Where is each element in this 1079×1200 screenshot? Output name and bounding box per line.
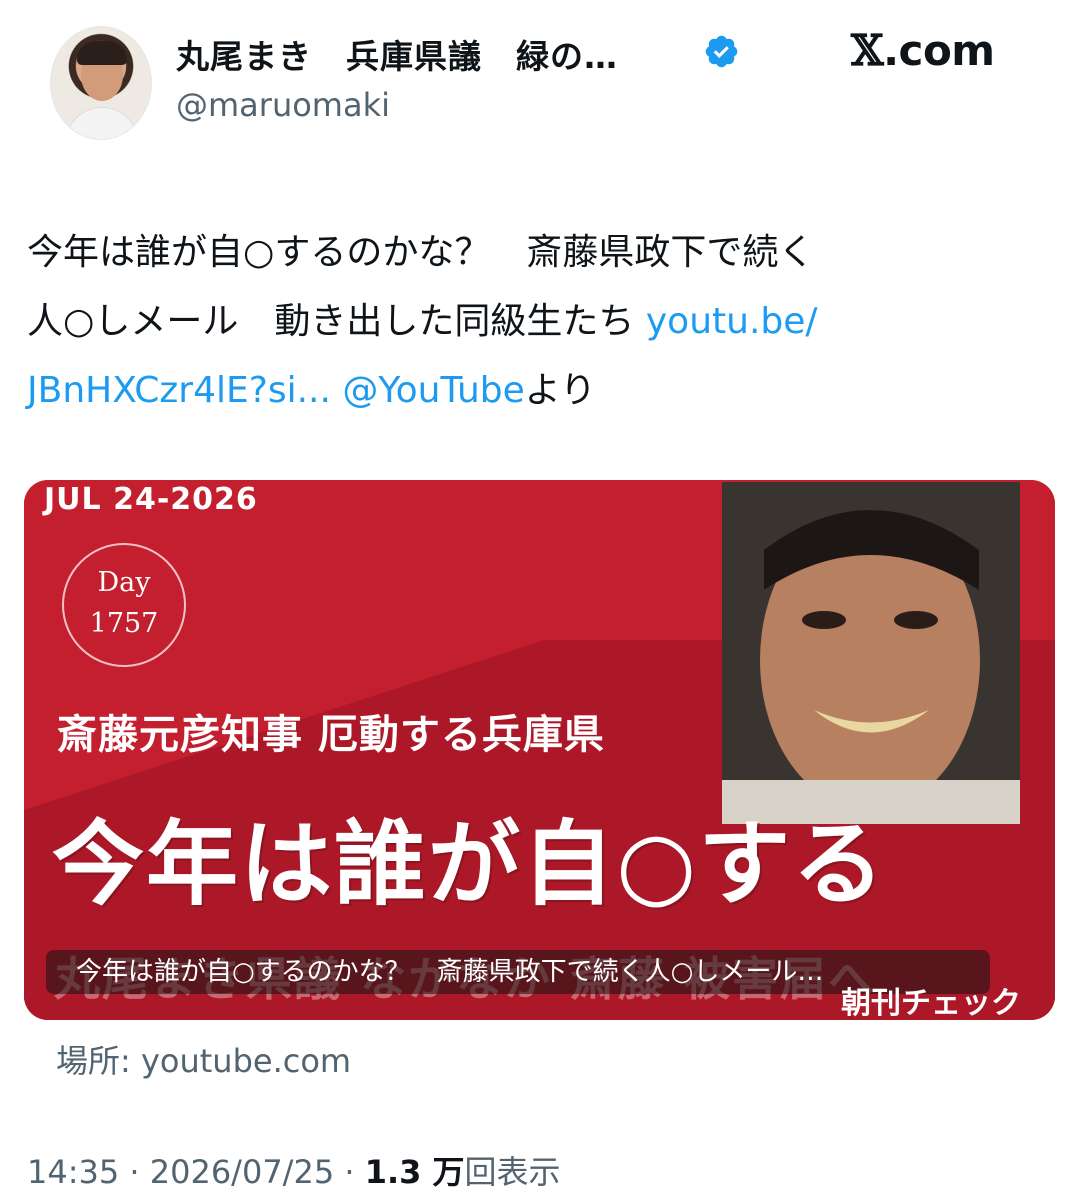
day-number: 1757 <box>89 608 159 639</box>
card-photo-right-eye <box>894 611 938 629</box>
meta-separator: · <box>119 1153 150 1191</box>
card-date: JUL 24-2026 <box>44 482 258 517</box>
youtube-link-card[interactable]: JUL 24-2026 Day 1757 斎藤元彦知事 厄動する兵庫県 今年は誰… <box>24 480 1055 1020</box>
tweet-link-part2[interactable]: JBnHXCzr4lE?si... <box>27 370 331 411</box>
author-avatar[interactable] <box>50 26 152 140</box>
meta-separator: · <box>334 1153 365 1191</box>
tweet-space <box>331 370 342 411</box>
tweet-text-line2: 人○しメール 動き出した同級生たち <box>27 301 646 342</box>
verified-badge-icon <box>705 35 738 68</box>
card-photo-left-eye <box>802 611 846 629</box>
card-subtitle: 斎藤元彦知事 厄動する兵庫県 <box>57 712 605 758</box>
author-handle[interactable]: @maruomaki <box>176 86 390 124</box>
tweet-date[interactable]: 2026/07/25 <box>150 1153 334 1191</box>
card-source-domain[interactable]: 場所: youtube.com <box>56 1036 351 1082</box>
card-brand-label: 朝刊チェック <box>841 986 1021 1020</box>
views-label: 回表示 <box>464 1153 561 1191</box>
views-count[interactable]: 1.3 万 <box>365 1153 465 1191</box>
tweet-mention-youtube[interactable]: @YouTube <box>342 370 524 411</box>
x-com-logo: 𝕏.com <box>851 26 995 75</box>
card-headline: 今年は誰が自○する <box>52 811 887 918</box>
x-domain-text: .com <box>883 26 995 75</box>
tweet-link-part1[interactable]: youtu.be/ <box>646 301 818 342</box>
tweet-time[interactable]: 14:35 <box>27 1153 119 1191</box>
tweet-text: 今年は誰が自○するのかな？ 斎藤県政下で続く 人○しメール 動き出した同級生たち… <box>27 218 1057 425</box>
tweet-meta: 14:35 · 2026/07/25 · 1.3 万回表示 <box>27 1147 561 1193</box>
day-counter-badge: Day 1757 <box>62 543 186 667</box>
author-display-name[interactable]: 丸尾まき 兵庫県議 緑の… <box>176 30 618 78</box>
day-label: Day <box>97 567 151 598</box>
x-logo-icon: 𝕏 <box>851 26 884 75</box>
tweet-mention-suffix: より <box>524 370 597 411</box>
avatar-shirt <box>65 107 139 139</box>
tweet-text-line1: 今年は誰が自○するのかな？ 斎藤県政下で続く <box>27 232 815 273</box>
avatar-hair <box>77 41 127 65</box>
